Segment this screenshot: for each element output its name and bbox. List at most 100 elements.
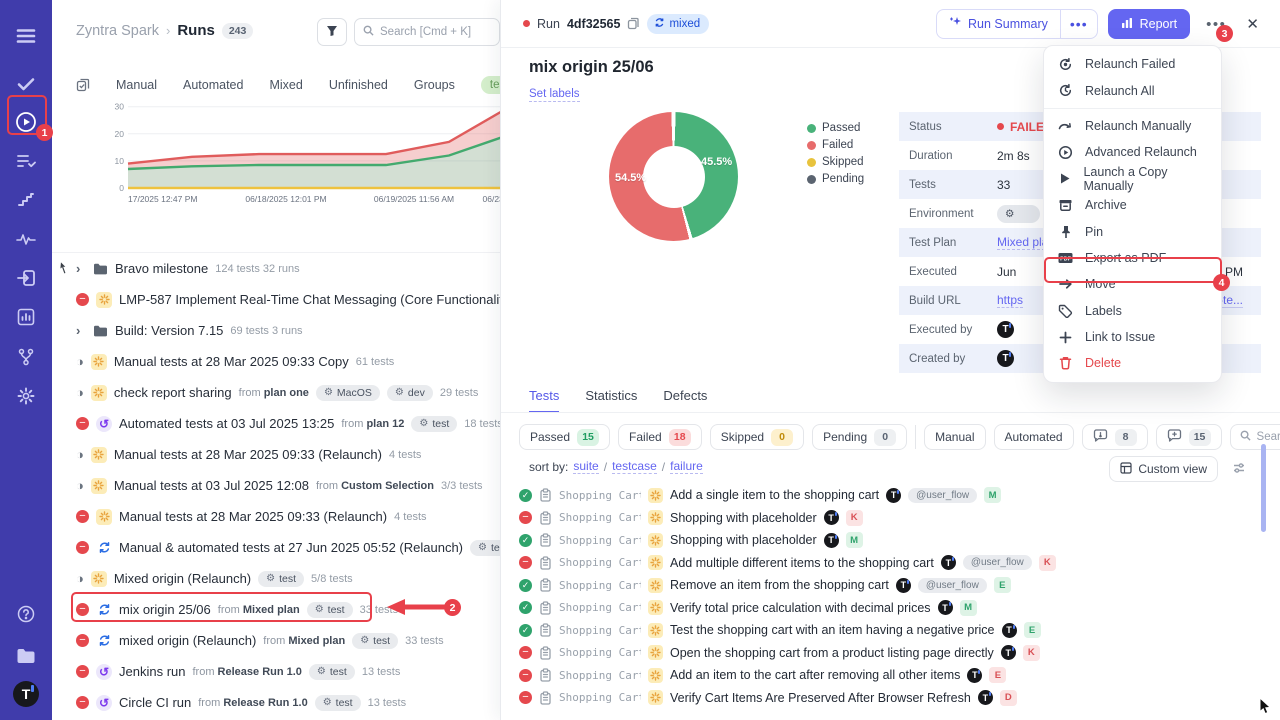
run-row[interactable]: ◑Manual tests at 03 Jul 2025 12:08from C… [52, 470, 500, 501]
user-avatar[interactable]: T [997, 321, 1014, 338]
runs-search-input[interactable] [380, 26, 491, 38]
menu-item-export-as-pdf[interactable]: PDFExport as PDF [1044, 245, 1221, 271]
assignee-avatar[interactable]: T [886, 488, 901, 503]
assignee-avatar[interactable]: T [1001, 645, 1016, 660]
assignee-avatar[interactable]: T [824, 533, 839, 548]
menu-item-relaunch-failed[interactable]: Relaunch Failed [1044, 51, 1221, 77]
mixed-type-badge[interactable]: mixed [647, 14, 709, 34]
breadcrumb-page[interactable]: Runs [177, 22, 215, 39]
menu-item-pin[interactable]: Pin [1044, 218, 1221, 244]
copy-icon[interactable] [627, 17, 640, 30]
tests-search-input[interactable] [1257, 431, 1280, 443]
menu-item-relaunch-manually[interactable]: Relaunch Manually [1044, 113, 1221, 139]
runs-tab-automated[interactable]: Automated [183, 78, 243, 92]
test-row[interactable]: −Shopping Cart @s...Open the shopping ca… [519, 642, 1264, 665]
copy-check-icon[interactable] [76, 78, 90, 92]
test-title[interactable]: Shopping with placeholder [670, 511, 817, 525]
test-title[interactable]: Shopping with placeholder [670, 533, 817, 547]
test-row[interactable]: −Shopping Cart @s...Add multiple differe… [519, 552, 1264, 575]
assignee-avatar[interactable]: T [967, 668, 982, 683]
menu-item-archive[interactable]: Archive [1044, 192, 1221, 218]
test-row[interactable]: −Shopping Cart @s...Verify Cart Items Ar… [519, 687, 1264, 710]
workspace-tag-badge[interactable]: test work [481, 76, 500, 94]
filter-chat-plus[interactable]: 15 [1156, 424, 1222, 450]
menu-item-advanced-relaunch[interactable]: Advanced Relaunch [1044, 139, 1221, 165]
test-row[interactable]: ✓Shopping Cart @s...Add a single item to… [519, 484, 1264, 507]
runs-tab-manual[interactable]: Manual [116, 78, 157, 92]
legend-item-failed[interactable]: Failed [807, 139, 864, 151]
tab-defects[interactable]: Defects [663, 388, 707, 413]
sidebar-item-branches[interactable] [0, 339, 52, 375]
test-title[interactable]: Add an item to the cart after removing a… [670, 668, 960, 682]
sidebar-item-pulse[interactable] [0, 221, 52, 257]
legend-item-pending[interactable]: Pending [807, 173, 864, 185]
custom-view-button[interactable]: Custom view [1109, 456, 1218, 482]
assignee-avatar[interactable]: T [1002, 623, 1017, 638]
run-row[interactable]: ◑Manual tests at 28 Mar 2025 09:33 (Rela… [52, 439, 500, 470]
run-row[interactable]: ◑Mixed origin (Relaunch)⚙test5/8 tests [52, 563, 500, 594]
sidebar-item-import[interactable] [0, 260, 52, 296]
sidebar-item-test-cases[interactable] [0, 143, 52, 179]
test-row[interactable]: ✓Shopping Cart @s...Test the shopping ca… [519, 619, 1264, 642]
run-row[interactable]: −↺Circle CI runfrom Release Run 1.0⚙test… [52, 687, 500, 718]
test-row[interactable]: ✓Shopping Cart @s...Shopping with placeh… [519, 529, 1264, 552]
runs-tab-mixed[interactable]: Mixed [269, 78, 302, 92]
filter-button[interactable] [317, 18, 347, 46]
run-row[interactable]: −LMP-587 Implement Real-Time Chat Messag… [52, 284, 500, 315]
filter-manual[interactable]: Manual [924, 424, 985, 450]
detail-link[interactable]: https [997, 293, 1023, 308]
test-title[interactable]: Verify total price calculation with deci… [670, 601, 931, 615]
chevron-right-icon[interactable]: › [76, 323, 86, 338]
runs-tab-unfinished[interactable]: Unfinished [329, 78, 388, 92]
run-row[interactable]: −mixed origin (Relaunch)from Mixed plan⚙… [52, 625, 500, 656]
run-row[interactable]: −↺Automated tests at 03 Jul 2025 13:25fr… [52, 408, 500, 439]
sort-by-failure[interactable]: failure [670, 459, 703, 474]
run-row[interactable]: ◑check report sharingfrom plan one⚙MacOS… [52, 377, 500, 408]
test-title[interactable]: Test the shopping cart with an item havi… [670, 623, 995, 637]
summary-more-button[interactable]: ••• [1061, 16, 1097, 32]
chevron-right-icon[interactable]: › [76, 261, 86, 276]
tab-tests[interactable]: Tests [529, 388, 559, 413]
test-title[interactable]: Verify Cart Items Are Preserved After Br… [670, 691, 971, 705]
assignee-avatar[interactable]: T [941, 555, 956, 570]
menu-item-move[interactable]: Move [1044, 271, 1221, 297]
filter-skipped[interactable]: Skipped0 [710, 424, 804, 450]
legend-item-passed[interactable]: Passed [807, 122, 864, 134]
test-row[interactable]: ✓Shopping Cart @s...Verify total price c… [519, 597, 1264, 620]
sidebar-item-help[interactable] [0, 596, 52, 632]
sort-by-suite[interactable]: suite [573, 459, 598, 474]
filter-pending[interactable]: Pending0 [812, 424, 907, 450]
environment-badge[interactable]: ⚙ [997, 205, 1040, 223]
user-avatar[interactable]: T [997, 350, 1014, 367]
set-labels-link[interactable]: Set labels [529, 88, 580, 102]
legend-item-skipped[interactable]: Skipped [807, 156, 864, 168]
menu-item-labels[interactable]: Labels [1044, 298, 1221, 324]
test-title[interactable]: Add a single item to the shopping cart [670, 488, 879, 502]
filter-failed[interactable]: Failed18 [618, 424, 702, 450]
sidebar-item-analytics[interactable] [0, 299, 52, 335]
assignee-avatar[interactable]: T [896, 578, 911, 593]
filter-automated[interactable]: Automated [994, 424, 1074, 450]
run-row[interactable]: −Manual & automated tests at 27 Jun 2025… [52, 532, 500, 563]
sidebar-item-projects[interactable] [0, 638, 52, 674]
test-row[interactable]: −Shopping Cart @s...Shopping with placeh… [519, 507, 1264, 530]
sidebar-item-menu[interactable] [0, 18, 52, 54]
menu-item-link-to-issue[interactable]: Link to Issue [1044, 324, 1221, 350]
run-summary-button[interactable]: Run Summary [937, 16, 1060, 32]
assignee-avatar[interactable]: T [824, 510, 839, 525]
sidebar-item-check[interactable] [0, 66, 52, 102]
run-folder-row[interactable]: ›Build: Version 7.1569 tests 3 runs [52, 315, 500, 346]
assignee-avatar[interactable]: T [978, 690, 993, 705]
test-title[interactable]: Add multiple different items to the shop… [670, 556, 934, 570]
sidebar-item-settings[interactable] [0, 378, 52, 414]
tests-scrollbar[interactable] [1261, 444, 1266, 532]
run-row[interactable]: −↺Jenkins runfrom Release Run 1.0⚙test13… [52, 656, 500, 687]
report-button[interactable]: Report [1108, 9, 1191, 39]
test-row[interactable]: ✓Shopping Cart @s...Remove an item from … [519, 574, 1264, 597]
tab-statistics[interactable]: Statistics [585, 388, 637, 413]
menu-item-relaunch-all[interactable]: Relaunch All [1044, 77, 1221, 103]
run-row[interactable]: −Manual tests at 28 Mar 2025 09:33 (Rela… [52, 501, 500, 532]
assignee-avatar[interactable]: T [938, 600, 953, 615]
menu-item-launch-a-copy-manually[interactable]: Launch a Copy Manually [1044, 166, 1221, 192]
menu-item-delete[interactable]: Delete [1044, 350, 1221, 376]
